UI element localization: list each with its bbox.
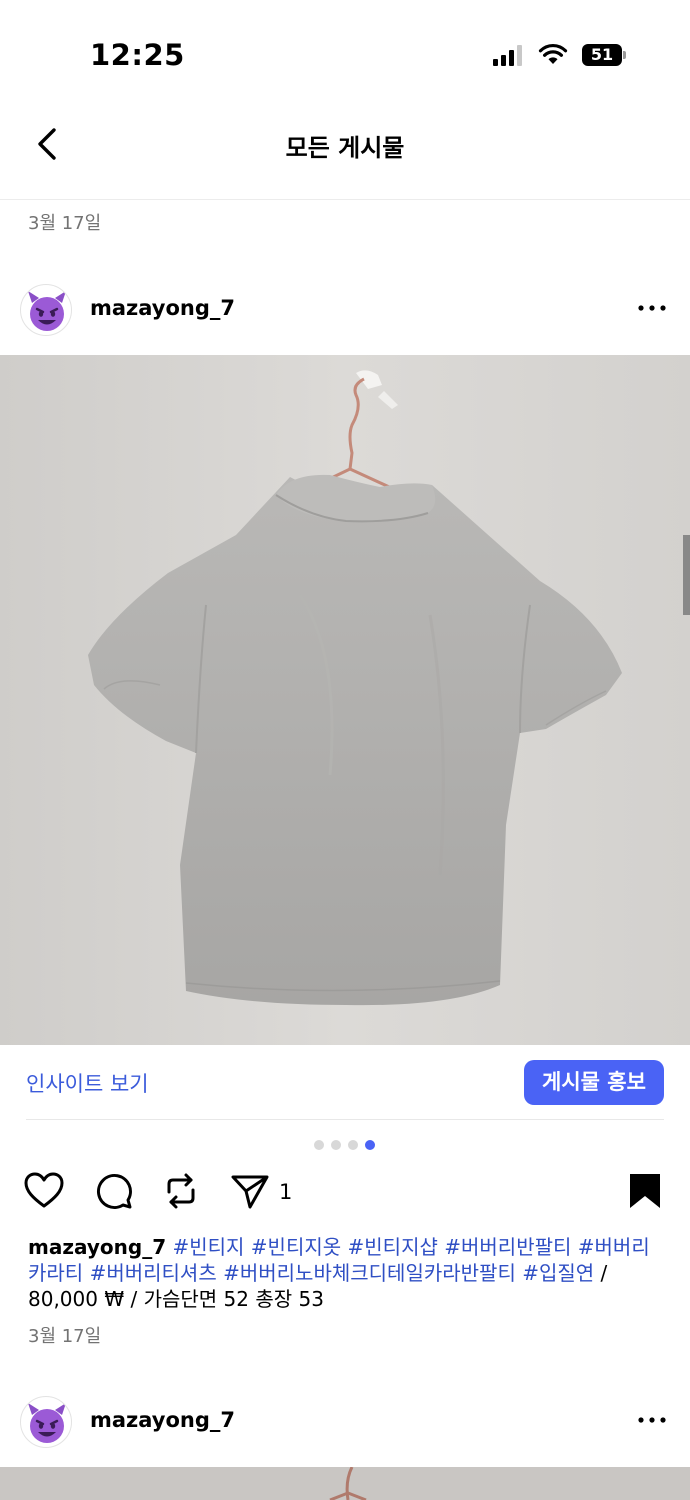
share-count: 1	[279, 1180, 293, 1204]
share-icon[interactable]	[229, 1170, 271, 1212]
more-options-icon[interactable]	[637, 1415, 667, 1425]
post-actions: 1	[0, 1168, 690, 1216]
hashtag[interactable]: #버버리반팔티	[444, 1235, 571, 1259]
post-date: 3월 17일	[28, 1326, 102, 1347]
hashtag[interactable]: #빈티지옷	[251, 1235, 341, 1259]
avatar[interactable]	[20, 1396, 72, 1448]
carousel-dot-active	[365, 1140, 375, 1150]
smiling-devil-emoji-icon	[28, 1403, 66, 1443]
divider	[26, 1119, 664, 1120]
next-post-image[interactable]	[0, 1467, 690, 1500]
date-header: 3월 17일	[28, 213, 102, 234]
shirt-photo	[0, 355, 690, 1045]
heart-icon[interactable]	[23, 1170, 65, 1212]
post-username[interactable]: mazayong_7	[90, 1408, 235, 1432]
wifi-icon	[538, 43, 568, 64]
hashtag[interactable]: #입질연	[522, 1261, 594, 1285]
carousel-dot	[348, 1140, 358, 1150]
carousel-indicator	[314, 1140, 378, 1152]
post-image[interactable]	[0, 355, 690, 1045]
smiling-devil-emoji-icon	[28, 291, 66, 331]
hashtag[interactable]: #빈티지	[172, 1235, 244, 1259]
hashtag[interactable]: #빈티지샵	[348, 1235, 438, 1259]
post-header: mazayong_7	[0, 278, 690, 342]
battery-level: 51	[582, 44, 622, 66]
view-insights-link[interactable]: 인사이트 보기	[26, 1068, 149, 1098]
post-username[interactable]: mazayong_7	[90, 296, 235, 320]
repost-icon[interactable]	[160, 1170, 202, 1212]
status-time: 12:25	[90, 38, 185, 72]
hashtag[interactable]: #버버리노바체크디테일카라반팔티	[223, 1261, 516, 1285]
status-bar: 12:25 51	[0, 0, 690, 100]
carousel-dot	[331, 1140, 341, 1150]
post-caption: mazayong_7 #빈티지 #빈티지옷 #빈티지샵 #버버리반팔티 #버버리…	[28, 1234, 664, 1312]
caption-username[interactable]: mazayong_7	[28, 1235, 166, 1259]
avatar[interactable]	[20, 284, 72, 336]
bookmark-icon[interactable]	[624, 1170, 666, 1212]
next-post-photo	[329, 1467, 367, 1500]
signal-icon	[493, 44, 523, 66]
carousel-dot	[314, 1140, 324, 1150]
next-post-header: mazayong_7	[0, 1390, 690, 1454]
promote-post-button[interactable]: 게시물 홍보	[524, 1060, 664, 1105]
hashtag[interactable]: #버버리티셔츠	[90, 1261, 217, 1285]
more-options-icon[interactable]	[637, 303, 667, 313]
page-title: 모든 게시물	[285, 134, 405, 162]
comment-icon[interactable]	[93, 1170, 135, 1212]
battery-icon: 51	[582, 44, 628, 66]
